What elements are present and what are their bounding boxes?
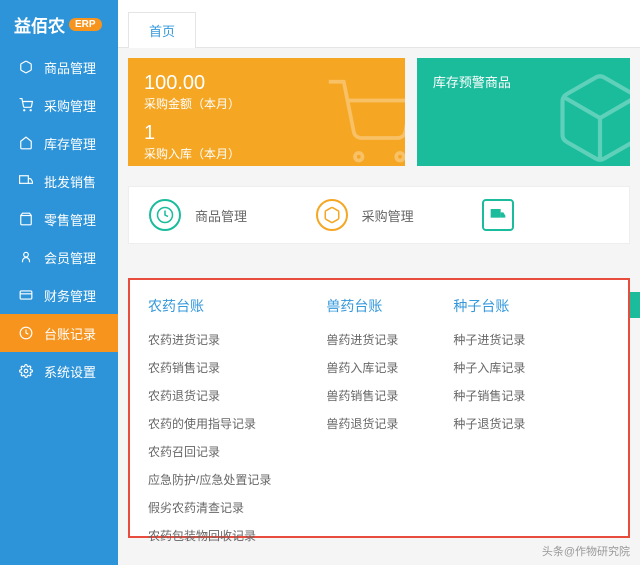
nav-retail[interactable]: 零售管理 (0, 200, 118, 238)
mega-link[interactable]: 种子退货记录 (453, 415, 525, 432)
main: 首页 100.00 采购金额（本月） 1 采购入库（本月） 库存预警商品 商品管… (118, 0, 640, 565)
logo: 益佰农 ERP (0, 0, 118, 48)
quick-purchase[interactable]: 采购管理 (296, 199, 463, 231)
erp-badge: ERP (69, 18, 102, 31)
quick-row: 商品管理 采购管理 (128, 186, 630, 244)
mega-link[interactable]: 应急防护/应急处置记录 (148, 471, 271, 488)
quick-label: 采购管理 (362, 206, 414, 225)
nav-label: 采购管理 (44, 96, 96, 115)
card-stock-alert[interactable]: 库存预警商品 (417, 58, 630, 166)
bag-icon (18, 211, 34, 227)
mega-col-veterinary: 兽药台账 兽药进货记录 兽药入库记录 兽药销售记录 兽药退货记录 (326, 296, 398, 520)
mega-link[interactable]: 农药销售记录 (148, 359, 271, 376)
truck-icon (18, 173, 34, 189)
sidebar: 益佰农 ERP 商品管理 采购管理 库存管理 批发销售 零售管理 会员管理 财务… (0, 0, 118, 565)
mega-link[interactable]: 种子进货记录 (453, 331, 525, 348)
nav-label: 台账记录 (44, 324, 96, 343)
mega-link[interactable]: 假劣农药清查记录 (148, 499, 271, 516)
mega-title: 种子台账 (453, 296, 525, 316)
boxes-bg-icon (550, 68, 630, 166)
cards-row: 100.00 采购金额（本月） 1 采购入库（本月） 库存预警商品 (118, 48, 640, 176)
mega-link[interactable]: 兽药入库记录 (326, 359, 398, 376)
nav-product[interactable]: 商品管理 (0, 48, 118, 86)
mega-title: 兽药台账 (326, 296, 398, 316)
nav-label: 零售管理 (44, 210, 96, 229)
gear-icon (18, 363, 34, 379)
cart-bg-icon (325, 78, 405, 166)
mega-link[interactable]: 兽药销售记录 (326, 387, 398, 404)
nav-purchase[interactable]: 采购管理 (0, 86, 118, 124)
home-icon (18, 135, 34, 151)
nav-label: 财务管理 (44, 286, 96, 305)
watermark: 头条@作物研究院 (542, 543, 630, 559)
clock-icon (149, 199, 181, 231)
card-purchase-stats[interactable]: 100.00 采购金额（本月） 1 采购入库（本月） (128, 58, 405, 166)
clock-icon (18, 325, 34, 341)
nav-label: 批发销售 (44, 172, 96, 191)
mega-link[interactable]: 农药包装物回收记录 (148, 527, 271, 544)
logo-text: 益佰农 (14, 12, 65, 37)
mega-link[interactable]: 种子销售记录 (453, 387, 525, 404)
ledger-submenu: 农药台账 农药进货记录 农药销售记录 农药退货记录 农药的使用指导记录 农药召回… (128, 278, 630, 538)
nav-member[interactable]: 会员管理 (0, 238, 118, 276)
nav-label: 系统设置 (44, 362, 96, 381)
nav-wholesale[interactable]: 批发销售 (0, 162, 118, 200)
mega-col-seed: 种子台账 种子进货记录 种子入库记录 种子销售记录 种子退货记录 (453, 296, 525, 520)
nav-settings[interactable]: 系统设置 (0, 352, 118, 390)
quick-more[interactable] (462, 199, 629, 231)
nav-label: 商品管理 (44, 58, 96, 77)
box-icon (18, 59, 34, 75)
mega-title: 农药台账 (148, 296, 271, 316)
mega-col-pesticide: 农药台账 农药进货记录 农药销售记录 农药退货记录 农药的使用指导记录 农药召回… (148, 296, 271, 520)
user-icon (18, 249, 34, 265)
cube-icon (316, 199, 348, 231)
truck-icon (482, 199, 514, 231)
nav-label: 会员管理 (44, 248, 96, 267)
tab-home[interactable]: 首页 (128, 12, 196, 48)
mega-link[interactable]: 种子入库记录 (453, 359, 525, 376)
cart-icon (18, 97, 34, 113)
wallet-icon (18, 287, 34, 303)
mega-link[interactable]: 兽药进货记录 (326, 331, 398, 348)
nav-label: 库存管理 (44, 134, 96, 153)
quick-product[interactable]: 商品管理 (129, 199, 296, 231)
quick-label: 商品管理 (195, 206, 247, 225)
nav-ledger[interactable]: 台账记录 (0, 314, 118, 352)
tabbar: 首页 (118, 0, 640, 48)
nav-finance[interactable]: 财务管理 (0, 276, 118, 314)
mega-link[interactable]: 兽药退货记录 (326, 415, 398, 432)
mega-link[interactable]: 农药召回记录 (148, 443, 271, 460)
nav-inventory[interactable]: 库存管理 (0, 124, 118, 162)
mega-link[interactable]: 农药进货记录 (148, 331, 271, 348)
mega-link[interactable]: 农药的使用指导记录 (148, 415, 271, 432)
mega-link[interactable]: 农药退货记录 (148, 387, 271, 404)
